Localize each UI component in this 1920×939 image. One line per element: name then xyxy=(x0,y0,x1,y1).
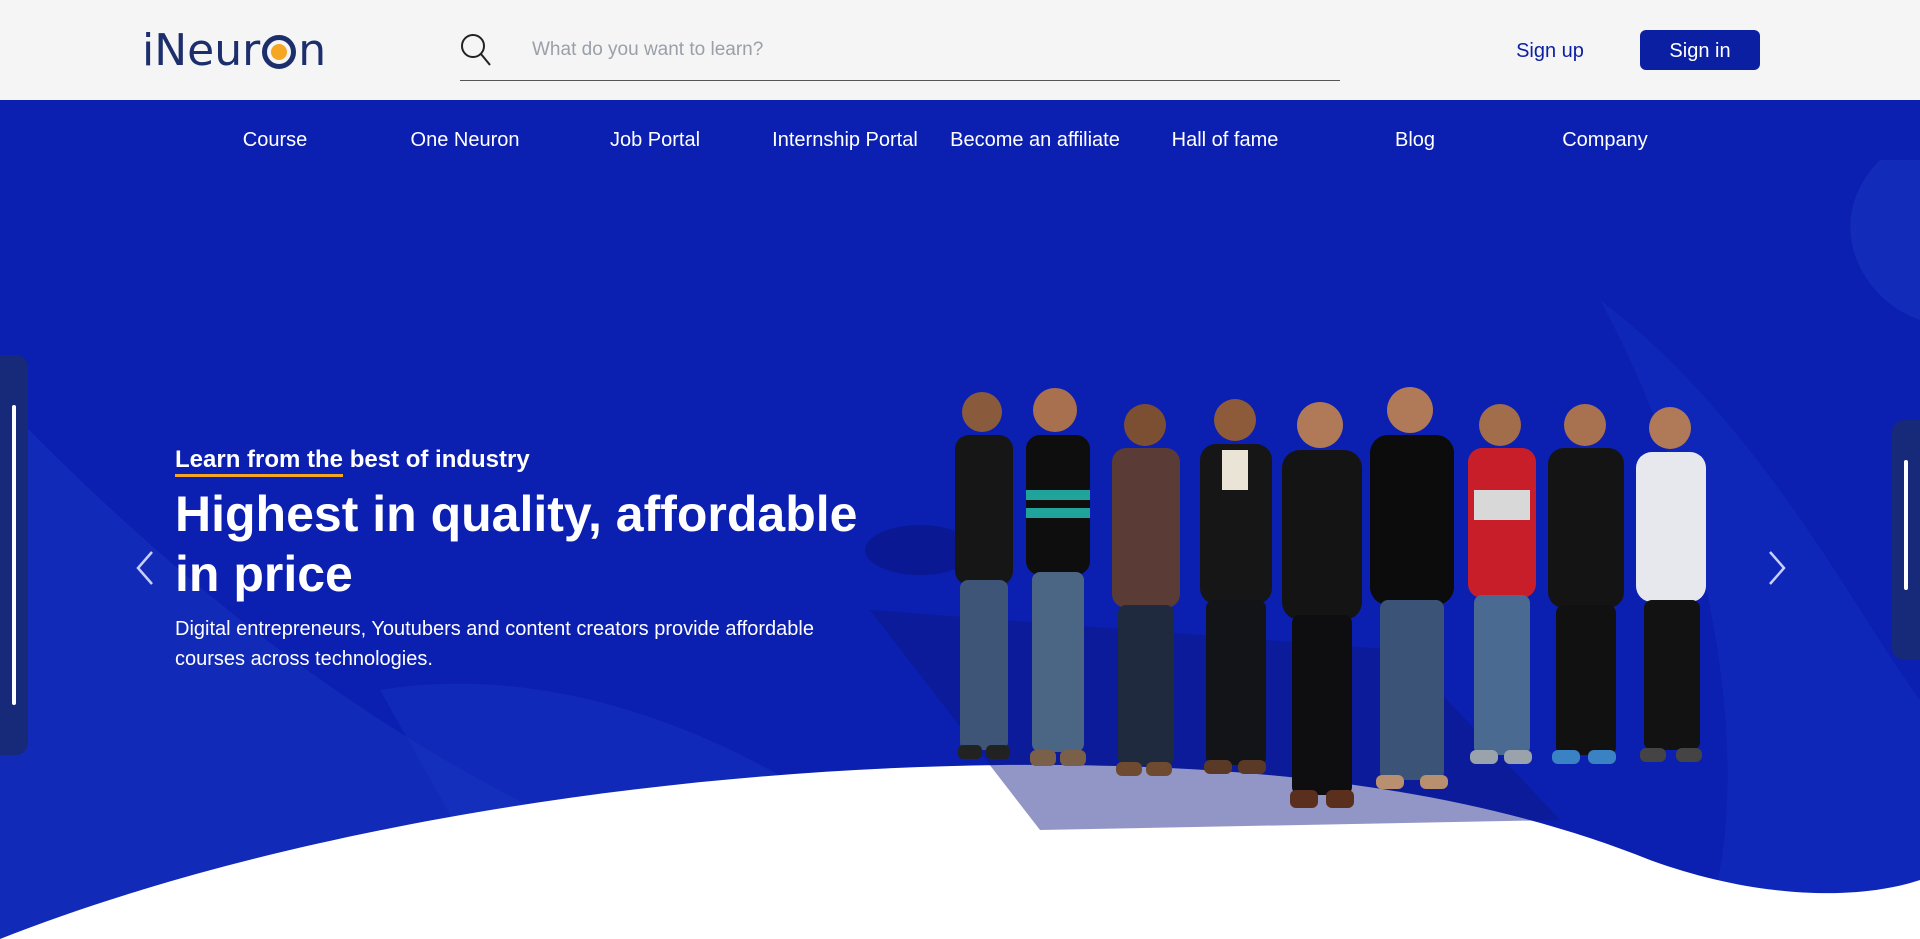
logo-text-left: iNeur xyxy=(142,24,261,76)
hero-subtext: Digital entrepreneurs, Youtubers and con… xyxy=(175,618,814,670)
search-input[interactable] xyxy=(530,34,1324,66)
sign-up-button[interactable]: Sign up xyxy=(1490,30,1610,70)
nav-item-blog[interactable]: Blog xyxy=(1320,118,1510,162)
left-side-tab[interactable] xyxy=(0,355,28,755)
search-bar xyxy=(460,28,1340,81)
hero-headline: Highest in quality, affordable in price xyxy=(175,486,858,602)
team-member-9 xyxy=(1636,407,1706,762)
team-member-2 xyxy=(1026,388,1090,766)
nav-item-internship-portal[interactable]: Internship Portal xyxy=(750,118,940,162)
hero-eyebrow-rest: best of industry xyxy=(343,446,530,473)
right-side-tab-bar xyxy=(1904,460,1908,590)
site-header: iNeurn Sign up Sign in xyxy=(0,0,1920,100)
ineuron-logo[interactable]: iNeur n xyxy=(142,20,326,80)
logo-o-mark-icon xyxy=(262,35,297,69)
team-photo xyxy=(865,387,1706,830)
team-member-7 xyxy=(1468,404,1536,764)
team-member-5 xyxy=(1282,402,1362,808)
nav-item-course[interactable]: Course xyxy=(180,118,370,162)
hero-section: Course One Neuron Job Portal Internship … xyxy=(0,100,1920,939)
main-nav: Course One Neuron Job Portal Internship … xyxy=(180,118,1700,162)
sign-in-button[interactable]: Sign in xyxy=(1640,30,1760,70)
logo-text-right: n xyxy=(298,24,327,76)
nav-item-company[interactable]: Company xyxy=(1510,118,1700,162)
nav-item-job-portal[interactable]: Job Portal xyxy=(560,118,750,162)
left-side-tab-bar xyxy=(12,405,16,705)
search-icon[interactable] xyxy=(460,32,492,68)
team-member-6 xyxy=(1370,387,1454,789)
right-side-tab[interactable] xyxy=(1892,420,1920,660)
nav-item-become-an-affiliate[interactable]: Become an affiliate xyxy=(940,118,1130,162)
team-member-3 xyxy=(1112,404,1180,776)
team-member-1 xyxy=(955,392,1013,759)
hero-eyebrow-underlined: Learn from the xyxy=(175,446,344,477)
team-member-4 xyxy=(1200,399,1272,774)
hero-eyebrow: Learn from the best of industry xyxy=(175,446,530,477)
nav-item-hall-of-fame[interactable]: Hall of fame xyxy=(1130,118,1320,162)
team-member-8 xyxy=(1548,404,1624,764)
chevron-left-icon[interactable] xyxy=(130,546,160,590)
nav-item-one-neuron[interactable]: One Neuron xyxy=(370,118,560,162)
